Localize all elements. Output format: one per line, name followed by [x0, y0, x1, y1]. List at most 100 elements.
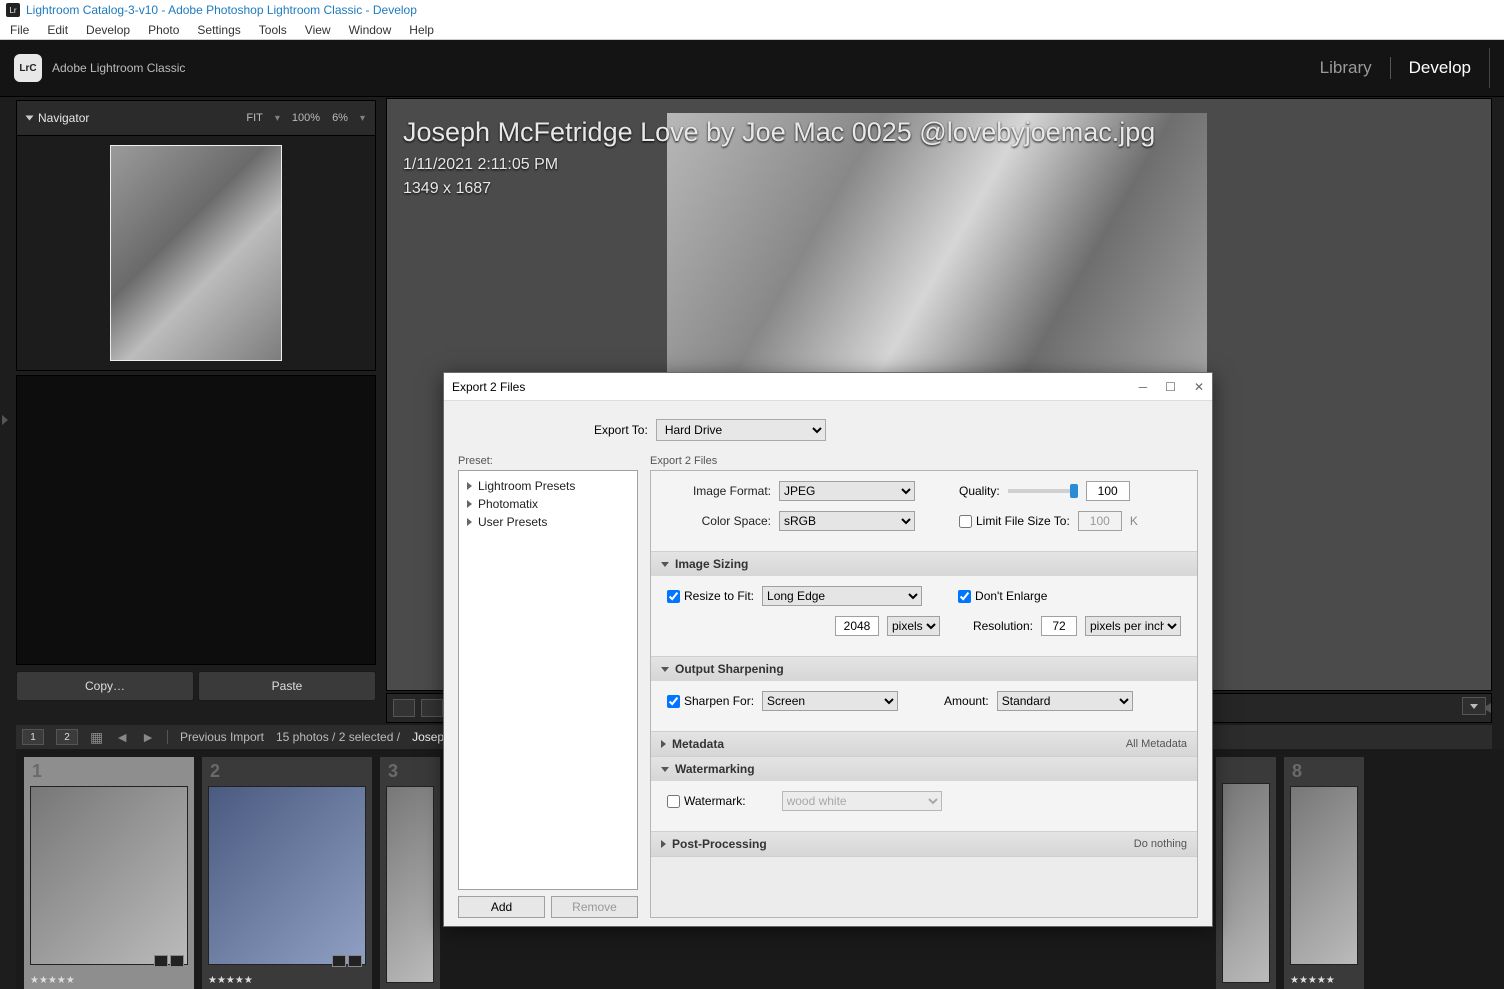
navigator-header[interactable]: Navigator FIT▾ 100% 6%▾ — [16, 100, 376, 136]
module-divider-end — [1489, 48, 1490, 88]
export-settings-scroll[interactable]: Image Format: JPEG Quality: Color Space: — [650, 470, 1198, 918]
nav-fwd-icon[interactable]: ► — [141, 729, 155, 745]
nav-fit-chevron[interactable]: ▾ — [275, 113, 280, 124]
screen-2[interactable]: 2 — [56, 729, 78, 745]
menu-photo[interactable]: Photo — [148, 23, 179, 37]
add-preset-button[interactable]: Add — [458, 896, 545, 918]
thumb-partial[interactable] — [1216, 757, 1276, 989]
quality-slider[interactable] — [1008, 489, 1078, 493]
limit-size-checkbox[interactable] — [959, 515, 972, 528]
limit-size-unit: K — [1130, 514, 1138, 528]
badge-icon — [348, 955, 362, 967]
thumb-1[interactable]: 1 ★★★★★ — [24, 757, 194, 989]
amount-select[interactable]: Standard — [997, 691, 1133, 711]
softproof-toggle[interactable] — [1462, 697, 1486, 715]
resolution-input[interactable] — [1041, 616, 1077, 636]
watermark-check[interactable]: Watermark: — [667, 794, 746, 808]
watermark-select: wood white — [782, 791, 942, 811]
quality-label: Quality: — [959, 484, 1000, 498]
sharpen-for-select[interactable]: Screen — [762, 691, 898, 711]
preset-name: User Presets — [478, 515, 547, 529]
left-panel-toggle-icon[interactable] — [0, 400, 10, 440]
preset-item[interactable]: User Presets — [463, 513, 633, 531]
thumb-image — [1222, 783, 1270, 983]
menu-window[interactable]: Window — [349, 23, 392, 37]
nav-fit[interactable]: FIT — [246, 112, 263, 124]
thumb-stars[interactable]: ★★★★★ — [30, 975, 75, 986]
paste-button[interactable]: Paste — [198, 671, 376, 701]
thumb-index: 1 — [24, 757, 194, 786]
limit-size-check[interactable]: Limit File Size To: — [959, 514, 1070, 528]
navigator-image — [110, 145, 282, 361]
menu-help[interactable]: Help — [409, 23, 434, 37]
minimize-icon[interactable]: ─ — [1139, 380, 1148, 394]
module-library[interactable]: Library — [1320, 58, 1372, 78]
maximize-icon[interactable]: ☐ — [1165, 380, 1176, 394]
resize-unit-select[interactable]: pixels — [887, 616, 940, 636]
chevron-right-icon — [467, 482, 472, 490]
loupe-view-icon[interactable] — [393, 699, 415, 717]
dialog-titlebar[interactable]: Export 2 Files ─ ☐ ✕ — [444, 373, 1212, 401]
thumb-image — [30, 786, 188, 965]
preset-item[interactable]: Photomatix — [463, 495, 633, 513]
copy-button[interactable]: Copy… — [16, 671, 194, 701]
nav-zoom-chevron[interactable]: ▾ — [360, 113, 365, 124]
quality-input[interactable] — [1086, 481, 1130, 501]
preset-list[interactable]: Lightroom Presets Photomatix User Preset… — [458, 470, 638, 890]
nav-back-icon[interactable]: ◄ — [115, 729, 129, 745]
menu-develop[interactable]: Develop — [86, 23, 130, 37]
before-after-icon[interactable] — [421, 699, 443, 717]
sharpen-checkbox[interactable] — [667, 695, 680, 708]
nav-100[interactable]: 100% — [292, 112, 320, 124]
source-label[interactable]: Previous Import — [180, 730, 264, 744]
menu-view[interactable]: View — [305, 23, 331, 37]
menu-file[interactable]: File — [10, 23, 29, 37]
export-to-select[interactable]: Hard Drive — [656, 419, 826, 441]
watermark-checkbox[interactable] — [667, 795, 680, 808]
grid-icon[interactable]: ▦ — [90, 729, 103, 746]
nav-6[interactable]: 6% — [332, 112, 348, 124]
module-divider — [1390, 57, 1391, 79]
metadata-summary: All Metadata — [1126, 738, 1187, 750]
menu-edit[interactable]: Edit — [47, 23, 68, 37]
section-title: Output Sharpening — [675, 662, 784, 676]
color-space-select[interactable]: sRGB — [779, 511, 915, 531]
menubar: File Edit Develop Photo Settings Tools V… — [0, 20, 1504, 40]
menu-tools[interactable]: Tools — [259, 23, 287, 37]
close-icon[interactable]: ✕ — [1194, 380, 1204, 394]
resolution-unit-select[interactable]: pixels per inch — [1085, 616, 1181, 636]
watermark-label: Watermark: — [684, 794, 746, 808]
resize-method-select[interactable]: Long Edge — [762, 586, 922, 606]
sharpen-check[interactable]: Sharpen For: — [667, 694, 754, 708]
thumb-2[interactable]: 2 ★★★★★ — [202, 757, 372, 989]
photo-datetime: 1/11/2021 2:11:05 PM — [403, 156, 1155, 174]
dont-enlarge-checkbox[interactable] — [958, 590, 971, 603]
resize-size-input[interactable] — [835, 616, 879, 636]
screen-1[interactable]: 1 — [22, 729, 44, 745]
thumb-image — [386, 786, 434, 983]
thumb-stars[interactable]: ★★★★★ — [1290, 975, 1335, 986]
thumb-3[interactable]: 3 — [380, 757, 440, 989]
section-watermarking[interactable]: Watermarking — [651, 757, 1197, 781]
dont-enlarge-check[interactable]: Don't Enlarge — [958, 589, 1047, 603]
thumb-stars[interactable]: ★★★★★ — [208, 975, 253, 986]
preset-item[interactable]: Lightroom Presets — [463, 477, 633, 495]
app-icon: Lr — [6, 3, 20, 17]
navigator-preview[interactable] — [16, 136, 376, 371]
limit-size-input — [1078, 511, 1122, 531]
resize-checkbox[interactable] — [667, 590, 680, 603]
thumb-index: 8 — [1284, 757, 1364, 786]
thumb-image — [208, 786, 366, 965]
section-image-sizing[interactable]: Image Sizing — [651, 552, 1197, 576]
image-format-select[interactable]: JPEG — [779, 481, 915, 501]
section-output-sharpening[interactable]: Output Sharpening — [651, 657, 1197, 681]
module-develop[interactable]: Develop — [1409, 58, 1471, 78]
thumb-image — [1290, 786, 1358, 965]
section-metadata[interactable]: Metadata All Metadata — [651, 732, 1197, 756]
thumb-8[interactable]: 8 ★★★★★ — [1284, 757, 1364, 989]
chevron-right-icon — [467, 500, 472, 508]
amount-label: Amount: — [944, 694, 989, 708]
section-post-processing[interactable]: Post-Processing Do nothing — [651, 832, 1197, 856]
menu-settings[interactable]: Settings — [197, 23, 240, 37]
resize-check[interactable]: Resize to Fit: — [667, 589, 754, 603]
